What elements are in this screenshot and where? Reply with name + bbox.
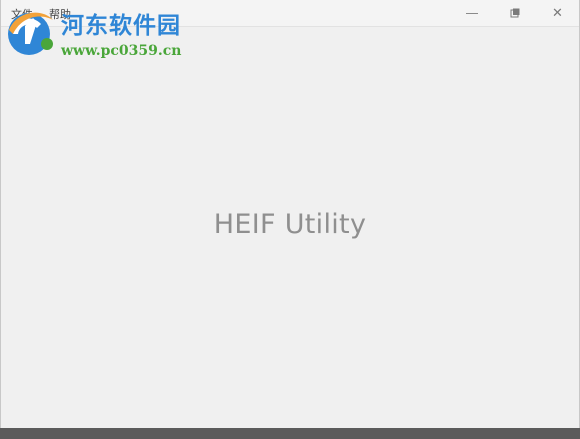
- minimize-button[interactable]: [450, 0, 493, 26]
- minimize-icon: [465, 12, 478, 14]
- app-title: HEIF Utility: [213, 209, 367, 240]
- close-button[interactable]: ✕: [536, 0, 579, 26]
- window-controls: ✕: [450, 0, 579, 26]
- watermark-site-name: 河东软件园: [61, 12, 181, 39]
- bottom-status-bar: [0, 428, 580, 439]
- watermark-logo-icon: [8, 12, 53, 55]
- close-icon: ✕: [552, 5, 563, 21]
- restore-icon: [510, 8, 519, 18]
- app-window: 文件 帮助 ✕ 河东软件园 www.p: [0, 0, 580, 439]
- watermark: 河东软件园 www.pc0359.cn: [1, 0, 201, 64]
- restore-button[interactable]: [493, 0, 536, 26]
- watermark-url: www.pc0359.cn: [61, 43, 182, 59]
